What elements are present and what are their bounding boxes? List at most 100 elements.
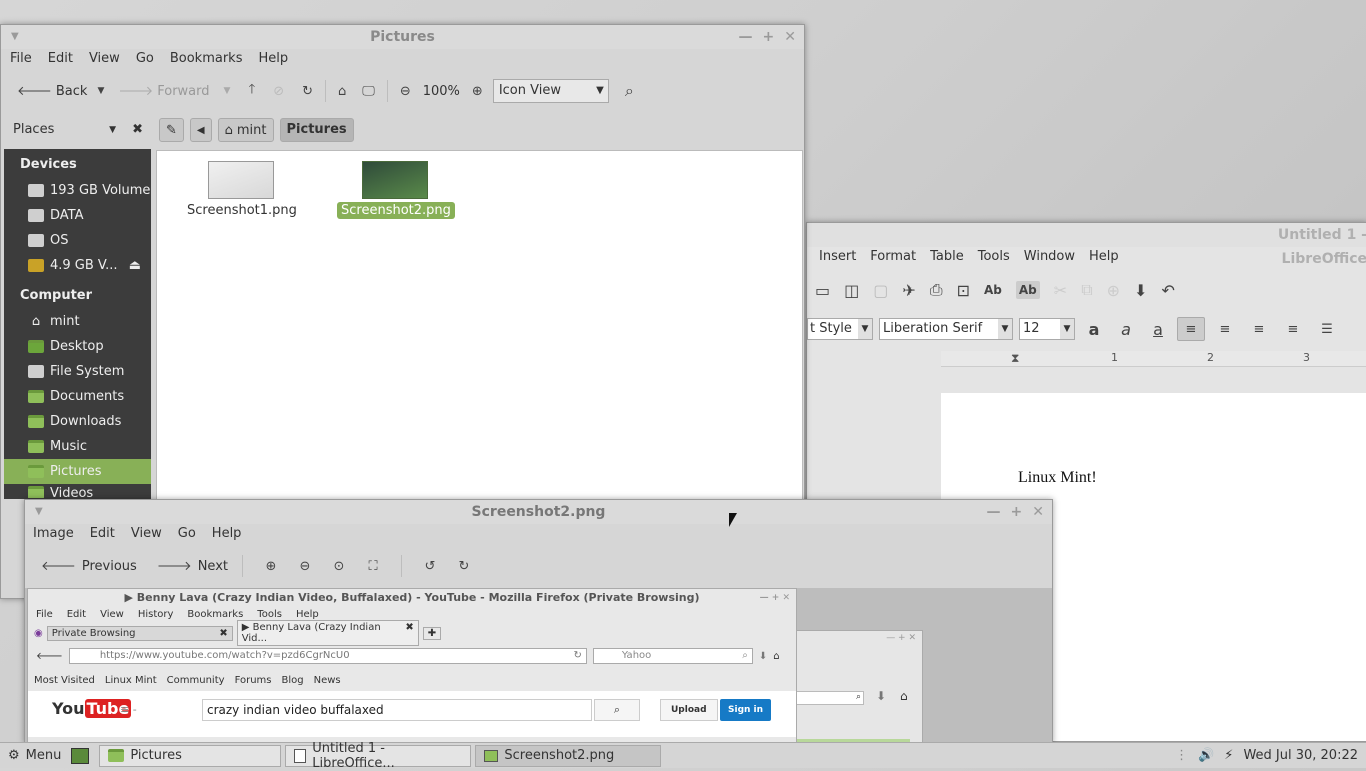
volume-icon[interactable]: 🔊 bbox=[1198, 748, 1214, 763]
terminal-launcher-icon[interactable] bbox=[71, 747, 90, 764]
task-screenshot2[interactable]: Screenshot2.png bbox=[475, 744, 662, 767]
file-view[interactable]: Screenshot1.png Screenshot2.png bbox=[156, 150, 803, 500]
sidebar-item-os[interactable]: OS bbox=[4, 228, 151, 253]
font-size-select[interactable]: 12 ▼ bbox=[1019, 318, 1075, 340]
print-icon[interactable]: ⎙ bbox=[930, 280, 943, 300]
reload-icon[interactable]: ↻ bbox=[302, 84, 313, 99]
search-icon[interactable]: ⌕ bbox=[625, 81, 634, 101]
view-mode-select[interactable]: Icon View ▼ bbox=[492, 79, 609, 103]
files-menu-view[interactable]: View bbox=[89, 51, 120, 66]
breadcrumb-pictures[interactable]: Pictures bbox=[279, 118, 354, 142]
chevron-down-icon[interactable]: ▼ bbox=[109, 125, 116, 135]
sidebar-item-documents[interactable]: Documents bbox=[4, 384, 151, 409]
sidebar-item-music[interactable]: Music bbox=[4, 434, 151, 459]
previous-button[interactable]: Previous bbox=[82, 559, 137, 574]
sidebar-item-4-9gb[interactable]: 4.9 GB V... ⏏ bbox=[4, 253, 151, 278]
paragraph-style-select[interactable]: t Style ▼ bbox=[807, 318, 873, 340]
bold-icon[interactable]: a bbox=[1081, 320, 1107, 339]
ruler-tab-icon[interactable]: ⧗ bbox=[1011, 351, 1019, 366]
breadcrumb-mint[interactable]: ⌂ mint bbox=[217, 118, 274, 142]
cut-icon[interactable]: ✂ bbox=[1054, 281, 1067, 300]
sidebar-item-data[interactable]: DATA bbox=[4, 203, 151, 228]
sidebar-item-videos[interactable]: Videos bbox=[4, 484, 151, 498]
align-center-icon[interactable]: ≡ bbox=[1211, 322, 1239, 337]
undo-icon[interactable]: ↶ bbox=[1161, 281, 1174, 300]
chevron-down-icon[interactable]: ▼ bbox=[998, 319, 1012, 339]
zoom-in-icon[interactable]: ⊕ bbox=[257, 559, 285, 574]
list-icon[interactable]: ☰ bbox=[1313, 322, 1341, 337]
zoom-in-icon[interactable]: ⊕ bbox=[472, 84, 483, 99]
writer-menu-format[interactable]: Format bbox=[870, 249, 916, 264]
files-titlebar[interactable]: ▼ Pictures — + ✕ bbox=[1, 25, 804, 49]
document-text[interactable]: Linux Mint! bbox=[1018, 469, 1097, 487]
writer-menu-insert[interactable]: Insert bbox=[819, 249, 856, 264]
sidebar-item-pictures[interactable]: Pictures bbox=[4, 459, 151, 484]
sidebar-toggle-icon[interactable]: ◫ bbox=[844, 281, 859, 300]
viewer-menu-edit[interactable]: Edit bbox=[90, 526, 115, 541]
chevron-down-icon[interactable]: ▼ bbox=[858, 319, 872, 339]
sidebar-item-mint[interactable]: ⌂ mint bbox=[4, 309, 151, 334]
clock[interactable]: Wed Jul 30, 20:22 bbox=[1243, 748, 1358, 763]
window-menu-icon[interactable]: ▼ bbox=[11, 25, 19, 49]
align-right-icon[interactable]: ≡ bbox=[1245, 322, 1273, 337]
font-name-select[interactable]: Liberation Serif ▼ bbox=[879, 318, 1013, 340]
back-arrow-icon[interactable]: 🡐 bbox=[17, 83, 52, 99]
close-icon[interactable]: ✕ bbox=[784, 25, 796, 49]
writer-menu-table[interactable]: Table bbox=[930, 249, 964, 264]
menu-button[interactable]: ⚙ Menu bbox=[0, 748, 61, 763]
close-sidebar-icon[interactable]: ✖ bbox=[132, 122, 143, 137]
writer-menu-help[interactable]: Help bbox=[1089, 249, 1119, 264]
sidebar-item-filesystem[interactable]: File System bbox=[4, 359, 151, 384]
clone-icon[interactable]: ⬇ bbox=[1134, 281, 1147, 300]
viewer-menu-help[interactable]: Help bbox=[212, 526, 242, 541]
zoom-out-icon[interactable]: ⊖ bbox=[291, 559, 319, 574]
spellcheck-icon[interactable]: Ab bbox=[984, 283, 1002, 297]
chevron-down-icon[interactable]: ▼ bbox=[1060, 319, 1074, 339]
window-menu-icon[interactable]: ▼ bbox=[35, 500, 43, 524]
close-icon[interactable]: ✕ bbox=[1032, 500, 1044, 524]
next-button[interactable]: Next bbox=[198, 559, 228, 574]
align-left-icon[interactable]: ≡ bbox=[1177, 317, 1205, 341]
send-icon[interactable]: ✈ bbox=[902, 281, 915, 300]
writer-titlebar[interactable]: Untitled 1 - LibreOffice bbox=[807, 223, 1366, 267]
minimize-icon[interactable]: — bbox=[739, 25, 753, 49]
files-menu-help[interactable]: Help bbox=[258, 51, 288, 66]
rotate-right-icon[interactable]: ↻ bbox=[450, 559, 478, 574]
back-button[interactable]: Back bbox=[56, 84, 88, 99]
eject-icon[interactable]: ⏏ bbox=[129, 258, 141, 273]
print-preview-icon[interactable]: ⊡ bbox=[957, 281, 970, 300]
files-menu-bookmarks[interactable]: Bookmarks bbox=[170, 51, 243, 66]
sidebar-item-desktop[interactable]: Desktop bbox=[4, 334, 151, 359]
up-icon[interactable]: 🡑 bbox=[248, 80, 255, 102]
files-menu-edit[interactable]: Edit bbox=[48, 51, 73, 66]
zoom-normal-icon[interactable]: ⊙ bbox=[325, 559, 353, 574]
copy-icon[interactable]: ⧉ bbox=[1081, 280, 1092, 300]
home-icon[interactable]: ⌂ bbox=[338, 84, 346, 99]
zoom-fit-icon[interactable]: ⛶ bbox=[359, 559, 387, 574]
task-pictures[interactable]: Pictures bbox=[99, 744, 282, 767]
export-icon[interactable]: ▢ bbox=[873, 281, 888, 300]
network-icon[interactable]: ⚡ bbox=[1224, 748, 1233, 763]
paste-icon[interactable]: ⊕ bbox=[1107, 281, 1120, 300]
image-canvas[interactable]: — + ✕ ⌕ ⬇ ⌂ ▶ Benny Lava (Crazy Indian V… bbox=[25, 588, 1052, 743]
file-item-screenshot2[interactable]: Screenshot2.png bbox=[337, 161, 455, 219]
computer-icon[interactable]: 🖵 bbox=[362, 84, 375, 99]
viewer-titlebar[interactable]: ▼ Screenshot2.png — + ✕ bbox=[25, 500, 1052, 524]
writer-menu-window[interactable]: Window bbox=[1024, 249, 1075, 264]
zoom-out-icon[interactable]: ⊖ bbox=[400, 84, 411, 99]
back-dropdown-icon[interactable]: ▼ bbox=[97, 86, 104, 96]
files-menu-go[interactable]: Go bbox=[136, 51, 154, 66]
minimize-icon[interactable]: — bbox=[987, 500, 1001, 524]
file-item-screenshot1[interactable]: Screenshot1.png bbox=[187, 161, 297, 218]
italic-icon[interactable]: a bbox=[1113, 320, 1139, 339]
autospell-icon[interactable]: Ab bbox=[1015, 281, 1040, 299]
sidebar-item-193gb-volume[interactable]: 193 GB Volume bbox=[4, 178, 151, 203]
viewer-menu-image[interactable]: Image bbox=[33, 526, 74, 541]
forward-button[interactable]: Forward bbox=[157, 84, 209, 99]
breadcrumb-left-icon[interactable]: ◀ bbox=[189, 118, 212, 142]
viewer-menu-view[interactable]: View bbox=[131, 526, 162, 541]
underline-icon[interactable]: a bbox=[1145, 320, 1171, 339]
sidebar-item-downloads[interactable]: Downloads bbox=[4, 409, 151, 434]
justify-icon[interactable]: ≡ bbox=[1279, 322, 1307, 337]
files-menu-file[interactable]: File bbox=[10, 51, 32, 66]
